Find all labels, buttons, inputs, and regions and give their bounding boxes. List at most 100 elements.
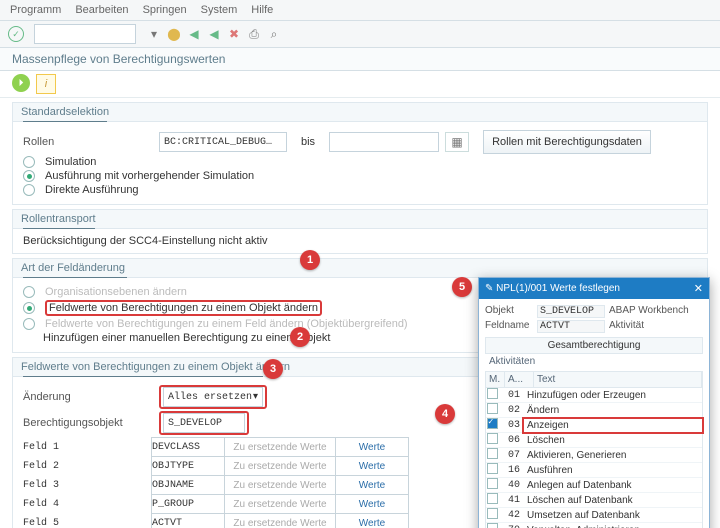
activity-text: Ausführen <box>524 464 702 477</box>
btn-werte[interactable]: Werte <box>336 514 409 528</box>
callout-1: 1 <box>300 250 320 270</box>
close-icon[interactable]: ✕ <box>694 282 703 295</box>
fw-header: Feldwerte von Berechtigungen zu einem Ob… <box>21 361 290 373</box>
lbl-aenderung: Änderung <box>23 391 153 403</box>
popup-titlebar: ✎ NPL(1)/001 Werte festlegen ✕ <box>479 278 709 299</box>
hl-aenderung: Alles ersetzen▾ <box>159 385 267 409</box>
input-bobj[interactable]: S_DEVELOP <box>163 413 245 433</box>
btn-zu-ersetzen[interactable]: Zu ersetzende Werte <box>225 495 336 514</box>
feld-tech[interactable]: OBJNAME <box>152 476 225 495</box>
activity-code: 03 <box>498 420 524 431</box>
activity-text: Anzeigen <box>524 419 702 432</box>
radio-obj[interactable] <box>23 302 35 314</box>
popup-sub: Aktivitäten <box>485 354 703 369</box>
col-a: A... <box>505 372 534 387</box>
col-text: Text <box>534 372 702 387</box>
command-field[interactable] <box>34 24 136 44</box>
popup-tab[interactable]: Gesamtberechtigung <box>485 337 703 354</box>
btn-rollen-daten[interactable]: Rollen mit Berechtigungsdaten <box>483 130 651 154</box>
menu-programm[interactable]: Programm <box>10 4 61 16</box>
dropdown-aenderung[interactable]: Alles ersetzen▾ <box>163 387 263 407</box>
exit-icon[interactable]: ◀ <box>206 26 222 42</box>
feld-tech[interactable]: P_GROUP <box>152 495 225 514</box>
feld-lbl: Feld 4 <box>23 495 152 514</box>
hl-bobj: S_DEVELOP <box>159 411 249 435</box>
activity-text: Verwalten, Administrieren <box>524 524 702 528</box>
feld-table: Feld 1DEVCLASSZu ersetzende WerteWerteFe… <box>23 437 409 528</box>
feld-tech[interactable]: ACTVT <box>152 514 225 528</box>
btn-zu-ersetzen[interactable]: Zu ersetzende Werte <box>225 438 336 457</box>
dropdown-icon[interactable]: ▾ <box>146 26 162 42</box>
radio-direkt[interactable] <box>23 184 35 196</box>
activity-checkbox[interactable] <box>486 403 498 417</box>
activity-code: 06 <box>498 435 524 446</box>
activity-checkbox[interactable] <box>486 388 498 402</box>
activity-code: 02 <box>498 405 524 416</box>
enter-icon[interactable]: ✓ <box>8 26 24 42</box>
print-icon[interactable]: ⎙ <box>246 26 262 42</box>
page-title: Massenpflege von Berechtigungswerten <box>0 48 720 71</box>
activity-code: 07 <box>498 450 524 461</box>
menu-hilfe[interactable]: Hilfe <box>251 4 273 16</box>
activity-code: 42 <box>498 510 524 521</box>
activity-text: Löschen auf Datenbank <box>524 494 702 507</box>
radio-ausfuehrung-sim[interactable] <box>23 170 35 182</box>
menu-system[interactable]: System <box>201 4 238 16</box>
activity-text: Aktivieren, Generieren <box>524 449 702 462</box>
execute-icon[interactable]: ⏵ <box>12 74 30 92</box>
lbl-r3: Direkte Ausführung <box>45 184 139 196</box>
activity-checkbox[interactable] <box>486 478 498 492</box>
btn-werte[interactable]: Werte <box>336 476 409 495</box>
callout-4: 4 <box>435 404 455 424</box>
info-icon[interactable]: i <box>36 74 56 94</box>
btn-werte[interactable]: Werte <box>336 438 409 457</box>
btn-zu-ersetzen[interactable]: Zu ersetzende Werte <box>225 514 336 528</box>
feld-tech[interactable]: OBJTYPE <box>152 457 225 476</box>
activity-checkbox[interactable] <box>486 433 498 447</box>
back-icon[interactable]: ◀ <box>186 26 202 42</box>
lbl-o3: Feldwerte von Berechtigungen zu einem Fe… <box>45 318 408 330</box>
activity-checkbox[interactable] <box>486 448 498 462</box>
activity-code: 41 <box>498 495 524 506</box>
btn-werte[interactable]: Werte <box>336 495 409 514</box>
activity-text: Ändern <box>524 404 702 417</box>
activity-code: 40 <box>498 480 524 491</box>
k-obj: Objekt <box>485 305 533 318</box>
multi-select-icon[interactable]: ▦ <box>445 132 469 152</box>
feld-lbl: Feld 1 <box>23 438 152 457</box>
menu-springen[interactable]: Springen <box>143 4 187 16</box>
activity-checkbox[interactable] <box>486 493 498 507</box>
popup-title: NPL(1)/001 Werte festlegen <box>496 283 620 294</box>
activity-checkbox[interactable] <box>486 463 498 477</box>
radio-org <box>23 286 35 298</box>
d-fn: Aktivität <box>609 320 644 333</box>
activity-checkbox[interactable] <box>486 508 498 522</box>
feld-lbl: Feld 2 <box>23 457 152 476</box>
d-obj: ABAP Workbench <box>609 305 689 318</box>
input-rollen-bis[interactable] <box>329 132 439 152</box>
feld-lbl: Feld 5 <box>23 514 152 528</box>
btn-zu-ersetzen[interactable]: Zu ersetzende Werte <box>225 476 336 495</box>
values-popup: ✎ NPL(1)/001 Werte festlegen ✕ ObjektS_D… <box>478 277 710 528</box>
btn-werte[interactable]: Werte <box>336 457 409 476</box>
input-rollen[interactable]: BC:CRITICAL_DEBUG… <box>159 132 287 152</box>
menu-bearbeiten[interactable]: Bearbeiten <box>75 4 128 16</box>
rtrans-header: Rollentransport <box>21 213 96 225</box>
activity-code: 16 <box>498 465 524 476</box>
cancel-icon[interactable]: ✖ <box>226 26 242 42</box>
activity-checkbox[interactable] <box>486 523 498 528</box>
activity-text: Löschen <box>524 434 702 447</box>
lbl-bobj: Berechtigungsobjekt <box>23 417 153 429</box>
activity-text: Umsetzen auf Datenbank <box>524 509 702 522</box>
rtrans-text: Berücksichtigung der SCC4-Einstellung ni… <box>23 235 268 247</box>
radio-simulation[interactable] <box>23 156 35 168</box>
feld-lbl: Feld 3 <box>23 476 152 495</box>
main-toolbar: ✓ ▾ ⬤ ◀ ◀ ✖ ⎙ ⌕ <box>0 21 720 48</box>
callout-5: 5 <box>452 277 472 297</box>
activity-checkbox[interactable] <box>486 418 498 432</box>
feld-tech[interactable]: DEVCLASS <box>152 438 225 457</box>
save-icon[interactable]: ⬤ <box>166 26 182 42</box>
sub-toolbar: ⏵ i <box>0 71 720 98</box>
btn-zu-ersetzen[interactable]: Zu ersetzende Werte <box>225 457 336 476</box>
find-icon[interactable]: ⌕ <box>266 26 282 42</box>
